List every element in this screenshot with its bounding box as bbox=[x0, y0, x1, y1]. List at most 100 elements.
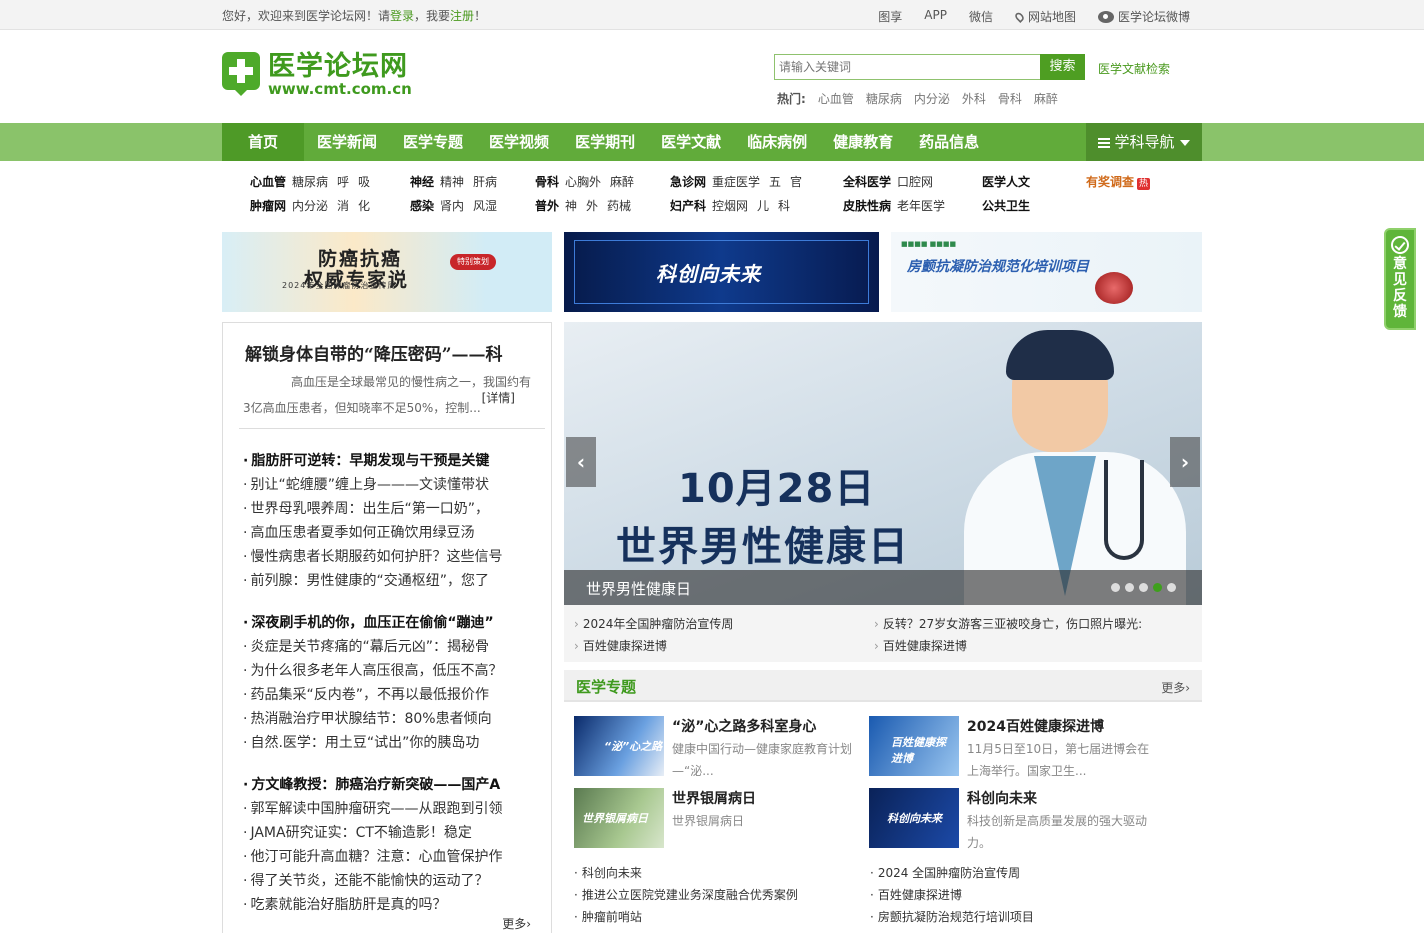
site-logo[interactable]: 医学论坛网 www.cmt.com.cn bbox=[222, 52, 412, 97]
cat-link[interactable]: 吸 bbox=[358, 175, 370, 189]
news-item[interactable]: 吃素就能治好脂肪肝是真的吗？ bbox=[243, 893, 543, 917]
cat-link[interactable]: 消 bbox=[337, 199, 349, 213]
nav-home[interactable]: 首页 bbox=[222, 123, 305, 161]
cat-link[interactable]: 急诊网 bbox=[670, 175, 706, 189]
quick-link[interactable]: 2024年全国肿瘤防治宣传周 bbox=[574, 615, 734, 632]
cat-link[interactable]: 精神 bbox=[440, 175, 464, 189]
cat-link[interactable]: 普外 bbox=[535, 199, 559, 213]
news-more-link[interactable]: 更多› bbox=[502, 915, 531, 932]
topic-link[interactable]: 推进公立医院党建业务深度融合优秀案例 bbox=[574, 884, 798, 906]
cat-link[interactable]: 风湿 bbox=[473, 199, 497, 213]
feature-title[interactable]: 解锁身体自带的“降压密码”——科 bbox=[245, 340, 503, 365]
cat-link[interactable]: 科 bbox=[778, 199, 790, 213]
slider-dot[interactable] bbox=[1111, 583, 1120, 592]
hot-term[interactable]: 外科 bbox=[962, 90, 986, 107]
topic-link[interactable]: 肿瘤前哨站 bbox=[574, 906, 798, 928]
cat-link[interactable]: 医学人文 bbox=[982, 175, 1030, 189]
tuxiang-link[interactable]: 图享 bbox=[878, 8, 902, 25]
banner-innovation[interactable]: 科创向未来 bbox=[564, 232, 879, 312]
feedback-tab[interactable]: 意见反馈 bbox=[1384, 228, 1416, 330]
news-item[interactable]: 慢性病患者长期服药如何护肝？这些信号 bbox=[243, 545, 543, 569]
cat-link[interactable]: 皮肤性病 bbox=[843, 199, 891, 213]
news-item[interactable]: 前列腺：男性健康的“交通枢纽”，您了 bbox=[243, 569, 543, 593]
cat-link[interactable]: 麻醉 bbox=[610, 175, 634, 189]
detail-link[interactable]: [详情] bbox=[434, 385, 515, 411]
wechat-link[interactable]: 微信 bbox=[969, 8, 993, 25]
cat-link[interactable]: 重症医学 bbox=[712, 175, 760, 189]
search-input[interactable] bbox=[774, 54, 1040, 80]
cat-link[interactable]: 化 bbox=[358, 199, 370, 213]
banner-af-training[interactable]: ■■■■ ■■■■ 房颤抗凝防治规范化培训项目 bbox=[891, 232, 1202, 312]
cat-link[interactable]: 控烟网 bbox=[712, 199, 748, 213]
nav-literature[interactable]: 医学文献 bbox=[648, 123, 734, 161]
banner-cancer-prevention[interactable]: 防癌抗癌 权威专家说 特别策划 2024年全国肿瘤防治宣传周 bbox=[222, 232, 552, 312]
cat-link[interactable]: 神 bbox=[565, 199, 577, 213]
hot-term[interactable]: 心血管 bbox=[818, 90, 854, 107]
cat-link[interactable]: 内分泌 bbox=[292, 199, 328, 213]
topic-card[interactable]: 科创向未来 科创向未来 科技创新是高质量发展的强大驱动力。 bbox=[869, 788, 1159, 850]
cat-link[interactable]: 妇产科 bbox=[670, 199, 706, 213]
slider-dot[interactable] bbox=[1139, 583, 1148, 592]
cat-link[interactable]: 心血管 bbox=[250, 175, 286, 189]
sitemap-link[interactable]: 网站地图 bbox=[1013, 8, 1076, 25]
quick-link[interactable]: 百姓健康探进博 bbox=[574, 637, 667, 654]
news-item[interactable]: 世界母乳喂养周：出生后“第一口奶”， bbox=[243, 497, 543, 521]
nav-topics[interactable]: 医学专题 bbox=[390, 123, 476, 161]
nav-health-edu[interactable]: 健康教育 bbox=[820, 123, 906, 161]
slider-dot[interactable] bbox=[1153, 583, 1162, 592]
cat-link[interactable]: 肾内 bbox=[440, 199, 464, 213]
news-item[interactable]: 他汀可能升高血糖？注意：心血管保护作 bbox=[243, 845, 543, 869]
cat-link[interactable]: 外 bbox=[586, 199, 598, 213]
news-item[interactable]: 得了关节炎，还能不能愉快的运动了？ bbox=[243, 869, 543, 893]
topic-link[interactable]: 科创向未来 bbox=[574, 862, 798, 884]
quick-link[interactable]: 反转？27岁女游客三亚被咬身亡，伤口照片曝光: bbox=[874, 615, 1142, 632]
cat-link[interactable]: 肿瘤网 bbox=[250, 199, 286, 213]
slider-dot[interactable] bbox=[1167, 583, 1176, 592]
cat-link[interactable]: 呼 bbox=[337, 175, 349, 189]
nav-news[interactable]: 医学新闻 bbox=[304, 123, 390, 161]
news-item[interactable]: 为什么很多老年人高压很高，低压不高？ bbox=[243, 659, 543, 683]
cat-link[interactable]: 五 bbox=[769, 175, 781, 189]
quick-link[interactable]: 百姓健康探进博 bbox=[874, 637, 967, 654]
news-item[interactable]: 别让“蛇缠腰”缠上身———文读懂带状 bbox=[243, 473, 543, 497]
topic-card[interactable]: 百姓健康探进博 2024百姓健康探进博 11月5日至10日，第七届进博会在上海举… bbox=[869, 716, 1159, 778]
cat-link[interactable]: 公共卫生 bbox=[982, 199, 1030, 213]
slide-caption[interactable]: 世界男性健康日 bbox=[586, 578, 691, 599]
cat-link[interactable]: 肝病 bbox=[473, 175, 497, 189]
app-link[interactable]: APP bbox=[924, 8, 947, 25]
news-item[interactable]: 热消融治疗甲状腺结节：80%患者倾向 bbox=[243, 707, 543, 731]
survey-link[interactable]: 有奖调查 bbox=[1086, 175, 1134, 189]
cat-link[interactable]: 官 bbox=[790, 175, 802, 189]
search-button[interactable]: 搜索 bbox=[1040, 54, 1085, 80]
topic-link[interactable]: 2024 全国肿瘤防治宣传周 bbox=[870, 862, 1034, 884]
news-item[interactable]: 脂肪肝可逆转：早期发现与干预是关键 bbox=[243, 449, 543, 473]
cat-link[interactable]: 心胸外 bbox=[565, 175, 601, 189]
hot-term[interactable]: 内分泌 bbox=[914, 90, 950, 107]
cat-link[interactable]: 糖尿病 bbox=[292, 175, 328, 189]
nav-drugs[interactable]: 药品信息 bbox=[906, 123, 992, 161]
topic-link[interactable]: 百姓健康探进博 bbox=[870, 884, 1034, 906]
nav-videos[interactable]: 医学视频 bbox=[476, 123, 562, 161]
cat-link[interactable]: 全科医学 bbox=[843, 175, 891, 189]
cat-link[interactable]: 口腔网 bbox=[897, 175, 933, 189]
topics-more-link[interactable]: 更多› bbox=[1161, 679, 1190, 696]
hot-term[interactable]: 糖尿病 bbox=[866, 90, 902, 107]
register-link[interactable]: 注册 bbox=[450, 9, 474, 23]
slider-dot[interactable] bbox=[1125, 583, 1134, 592]
topic-card[interactable]: “泌”心之路 “泌”心之路多科室身心 健康中国行动—健康家庭教育计划—“泌... bbox=[574, 716, 864, 778]
news-item[interactable]: 方文峰教授：肺癌治疗新突破——国产A bbox=[243, 773, 543, 797]
topic-card[interactable]: 世界银屑病日 世界银屑病日 世界银屑病日 bbox=[574, 788, 864, 850]
hot-term[interactable]: 骨科 bbox=[998, 90, 1022, 107]
weibo-link[interactable]: 医学论坛微博 bbox=[1097, 8, 1190, 25]
slider-prev-button[interactable]: ‹ bbox=[566, 437, 596, 487]
hot-term[interactable]: 麻醉 bbox=[1034, 90, 1058, 107]
cat-link[interactable]: 骨科 bbox=[535, 175, 559, 189]
news-item[interactable]: JAMA研究证实：CT不输造影！稳定 bbox=[243, 821, 543, 845]
news-item[interactable]: 高血压患者夏季如何正确饮用绿豆汤 bbox=[243, 521, 543, 545]
nav-cases[interactable]: 临床病例 bbox=[734, 123, 820, 161]
news-item[interactable]: 药品集采“反内卷”，不再以最低报价作 bbox=[243, 683, 543, 707]
news-item[interactable]: 自然.医学：用土豆“试出”你的胰岛功 bbox=[243, 731, 543, 755]
topic-link[interactable]: 房颤抗凝防治规范行培训项目 bbox=[870, 906, 1034, 928]
nav-journals[interactable]: 医学期刊 bbox=[562, 123, 648, 161]
slider-next-button[interactable]: › bbox=[1170, 437, 1200, 487]
